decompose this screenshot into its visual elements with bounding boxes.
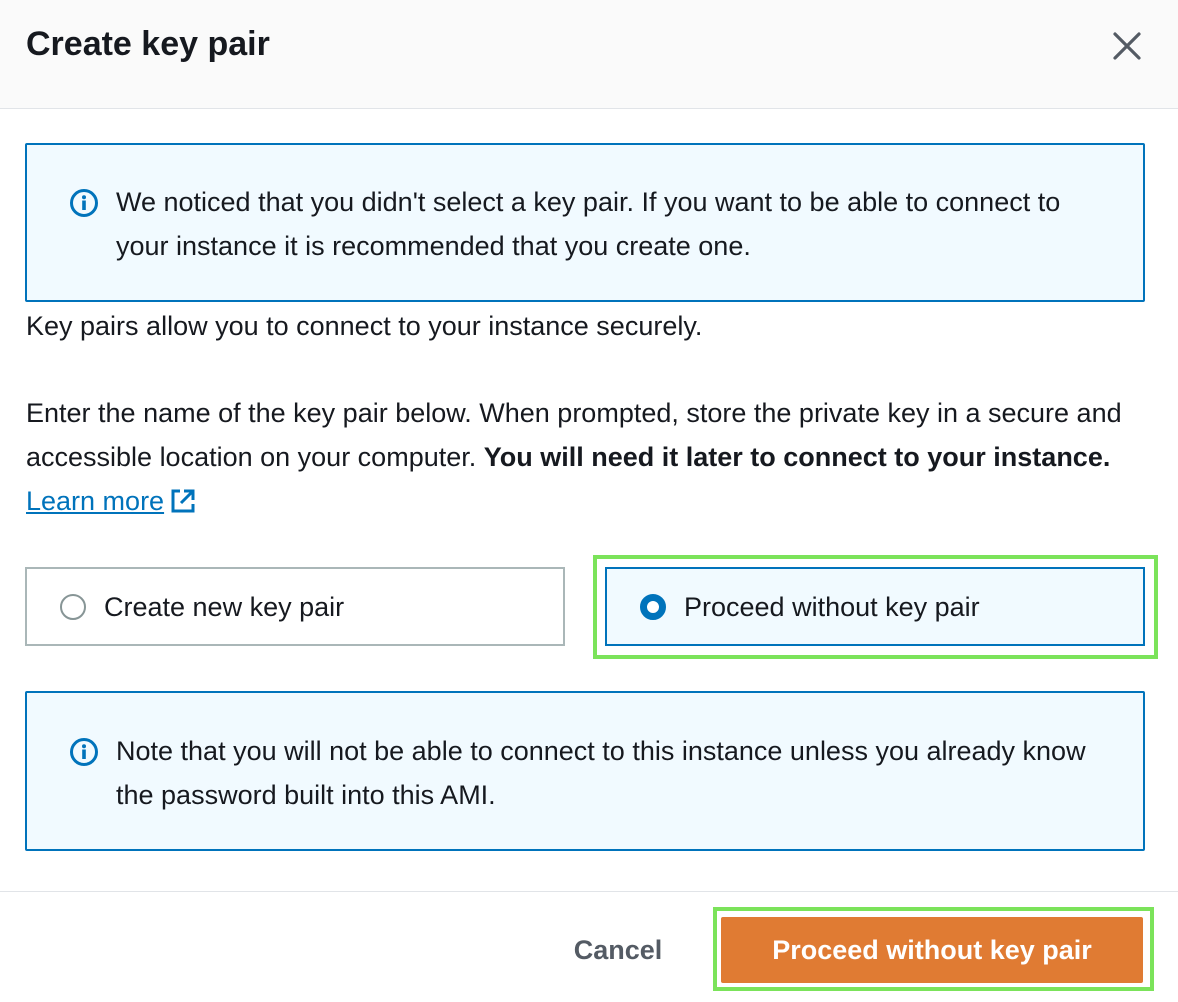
learn-more-link[interactable]: Learn more xyxy=(26,486,196,516)
info-alert-text: We noticed that you didn't select a key … xyxy=(116,187,1061,261)
option-proceed-without-key-pair[interactable]: Proceed without key pair xyxy=(605,567,1145,646)
info-icon xyxy=(70,189,98,217)
cancel-button[interactable]: Cancel xyxy=(548,917,688,983)
info-icon xyxy=(70,738,98,766)
learn-more-label: Learn more xyxy=(26,486,165,516)
proceed-without-key-pair-button[interactable]: Proceed without key pair xyxy=(721,917,1143,983)
option-create-new-key-pair[interactable]: Create new key pair xyxy=(25,567,565,646)
info-alert-text: Note that you will not be able to connec… xyxy=(116,736,1086,810)
dialog-header: Create key pair xyxy=(0,0,1178,109)
radio-proceed-without-key-pair[interactable] xyxy=(640,594,666,620)
info-alert-ami-password: Note that you will not be able to connec… xyxy=(25,691,1145,851)
radio-create-new-key-pair[interactable] xyxy=(60,594,86,620)
instructions-bold-text: You will need it later to connect to you… xyxy=(483,442,1111,472)
close-icon xyxy=(1113,32,1141,60)
option-label: Create new key pair xyxy=(104,592,345,622)
footer-divider xyxy=(0,891,1178,892)
key-pair-instructions: Enter the name of the key pair below. Wh… xyxy=(26,391,1146,523)
close-button[interactable] xyxy=(1106,25,1148,67)
external-link-icon xyxy=(171,489,195,513)
info-alert-no-key-pair: We noticed that you didn't select a key … xyxy=(25,143,1145,302)
option-label: Proceed without key pair xyxy=(684,592,980,622)
key-pairs-description: Key pairs allow you to connect to your i… xyxy=(26,311,703,341)
dialog-title: Create key pair xyxy=(26,25,270,63)
